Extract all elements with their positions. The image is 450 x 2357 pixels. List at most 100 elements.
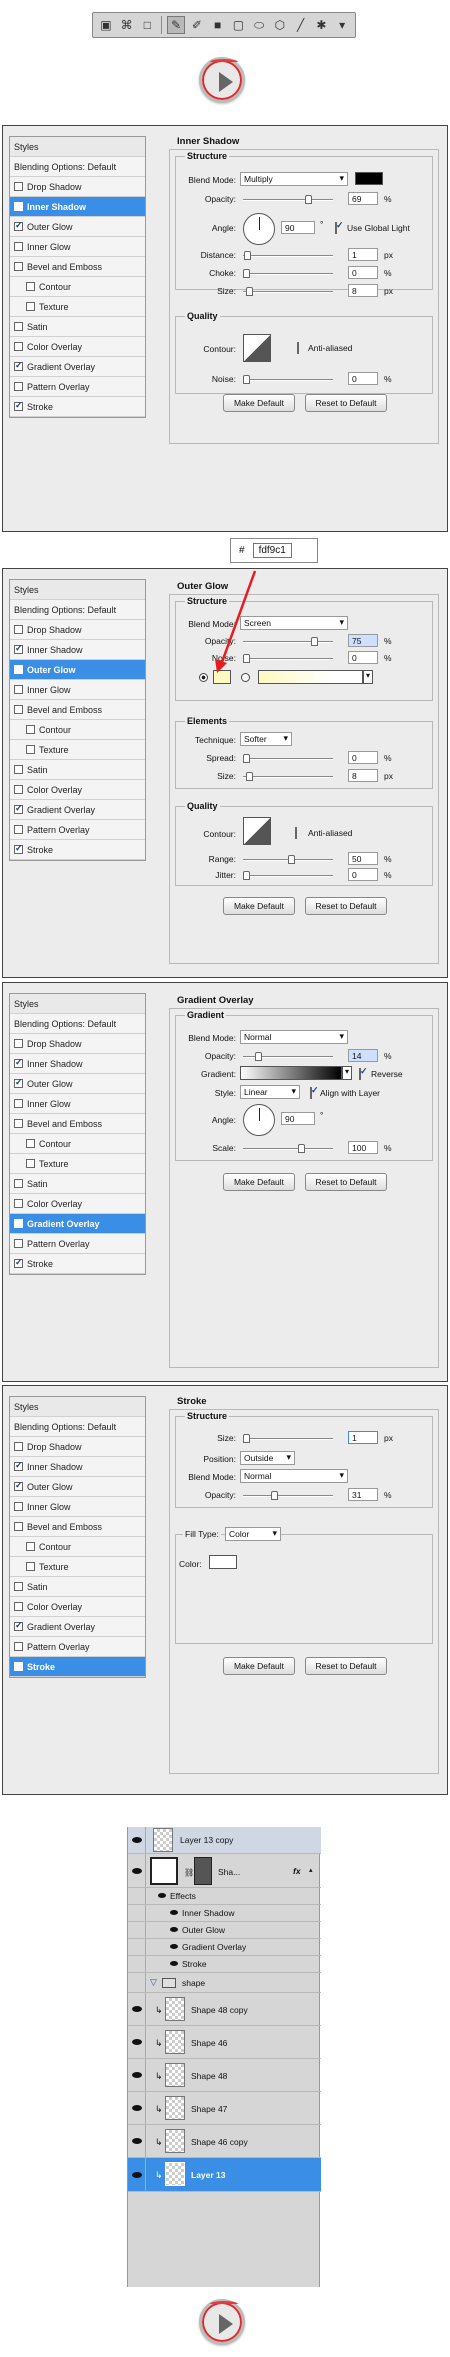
checkbox[interactable] xyxy=(14,220,23,231)
checkbox[interactable] xyxy=(14,382,23,391)
checkbox[interactable] xyxy=(14,685,23,694)
style-item-pattern-overlay[interactable]: Pattern Overlay xyxy=(10,820,145,840)
style-item-pattern-overlay[interactable]: Pattern Overlay xyxy=(10,1234,145,1254)
layer-name[interactable]: Layer 13 copy xyxy=(180,1835,233,1845)
make-default-button[interactable]: Make Default xyxy=(223,394,295,412)
slider-knob[interactable] xyxy=(288,855,295,864)
layer-row[interactable]: ↳ Shape 47 xyxy=(128,2092,321,2125)
checkbox[interactable] xyxy=(26,1562,35,1571)
make-default-button[interactable]: Make Default xyxy=(223,897,295,915)
noise-input[interactable]: 0 xyxy=(348,372,378,385)
checkbox[interactable] xyxy=(14,1460,23,1471)
position-select[interactable]: Outside xyxy=(240,1451,295,1465)
visibility-toggle[interactable] xyxy=(128,1956,146,1972)
visibility-toggle[interactable] xyxy=(128,2026,146,2058)
checkbox[interactable] xyxy=(14,200,23,211)
angle-input[interactable]: 90 xyxy=(281,221,315,234)
layer-row-selected[interactable]: ↳ Layer 13 xyxy=(128,2158,321,2192)
style-item-inner-glow[interactable]: Inner Glow xyxy=(10,237,145,257)
style-item-stroke[interactable]: Stroke xyxy=(10,840,145,860)
choke-slider[interactable] xyxy=(243,269,333,278)
style-item-bevel-emboss[interactable]: Bevel and Emboss xyxy=(10,257,145,277)
layer-name[interactable]: Sha... xyxy=(218,1867,240,1877)
blend-mode-select[interactable]: Normal xyxy=(240,1469,348,1483)
style-item-texture[interactable]: Texture xyxy=(10,1557,145,1577)
opacity-slider[interactable] xyxy=(243,1052,333,1061)
blending-options-item[interactable]: Blending Options: Default xyxy=(10,600,145,620)
contour-picker[interactable] xyxy=(243,334,271,362)
spread-input[interactable]: 0 xyxy=(348,751,378,764)
layer-name[interactable]: Shape 47 xyxy=(191,2104,227,2114)
styles-header[interactable]: Styles xyxy=(10,1397,145,1417)
noise-input[interactable]: 0 xyxy=(348,651,378,664)
visibility-toggle[interactable] xyxy=(128,1854,146,1887)
style-item-inner-glow[interactable]: Inner Glow xyxy=(10,680,145,700)
slider-knob[interactable] xyxy=(243,375,250,384)
fx-icon[interactable]: fx xyxy=(293,1866,301,1876)
choke-input[interactable]: 0 xyxy=(348,266,378,279)
range-slider[interactable] xyxy=(243,855,333,864)
checkbox[interactable] xyxy=(26,302,35,311)
style-item-outer-glow[interactable]: Outer Glow xyxy=(10,217,145,237)
slider-knob[interactable] xyxy=(246,772,253,781)
style-item-drop-shadow[interactable]: Drop Shadow xyxy=(10,620,145,640)
effect-row-inner-shadow[interactable]: Inner Shadow xyxy=(128,1905,321,1922)
blend-mode-select[interactable]: Multiply xyxy=(240,172,348,186)
checkbox[interactable] xyxy=(14,803,23,814)
checkbox[interactable] xyxy=(14,360,23,371)
distance-input[interactable]: 1 xyxy=(348,248,378,261)
gradient-dropdown-icon[interactable]: ▾ xyxy=(342,1066,352,1080)
style-item-texture[interactable]: Texture xyxy=(10,1154,145,1174)
visibility-toggle[interactable] xyxy=(128,2125,146,2157)
glow-gradient-swatch[interactable] xyxy=(258,670,363,684)
style-item-outer-glow[interactable]: Outer Glow xyxy=(10,1477,145,1497)
checkbox[interactable] xyxy=(14,1442,23,1451)
group-row-shape[interactable]: ▽ shape xyxy=(128,1973,321,1993)
style-item-contour[interactable]: Contour xyxy=(10,1134,145,1154)
anti-aliased-checkbox[interactable] xyxy=(297,342,299,354)
size-input[interactable]: 8 xyxy=(348,769,378,782)
slider-knob[interactable] xyxy=(298,1144,305,1153)
distance-slider[interactable] xyxy=(243,251,333,260)
visibility-toggle[interactable] xyxy=(128,2059,146,2091)
style-item-contour[interactable]: Contour xyxy=(10,277,145,297)
blend-mode-select[interactable]: Normal xyxy=(240,1030,348,1044)
style-select[interactable]: Linear xyxy=(240,1085,300,1099)
checkbox[interactable] xyxy=(14,182,23,191)
checkbox[interactable] xyxy=(26,1542,35,1551)
styles-header[interactable]: Styles xyxy=(10,994,145,1014)
style-item-drop-shadow[interactable]: Drop Shadow xyxy=(10,177,145,197)
size-input[interactable]: 8 xyxy=(348,284,378,297)
visibility-toggle[interactable] xyxy=(128,1905,146,1921)
visibility-toggle[interactable] xyxy=(128,1939,146,1955)
pen-icon[interactable]: ✎ xyxy=(167,16,186,34)
angle-dial[interactable] xyxy=(243,1104,275,1136)
line-icon[interactable]: ╱ xyxy=(292,16,310,34)
size-input[interactable]: 1 xyxy=(348,1431,378,1444)
scale-slider[interactable] xyxy=(243,1144,333,1153)
checkbox[interactable] xyxy=(14,1179,23,1188)
jitter-input[interactable]: 0 xyxy=(348,868,378,881)
slider-knob[interactable] xyxy=(243,871,250,880)
opacity-slider[interactable] xyxy=(243,1491,333,1500)
style-item-contour[interactable]: Contour xyxy=(10,1537,145,1557)
collapse-arrow-icon[interactable]: ▽ xyxy=(150,1977,157,1988)
style-item-texture[interactable]: Texture xyxy=(10,740,145,760)
layer-row[interactable]: ↳ Shape 46 xyxy=(128,2026,321,2059)
make-default-button[interactable]: Make Default xyxy=(223,1173,295,1191)
checkbox[interactable] xyxy=(14,1257,23,1268)
styles-header[interactable]: Styles xyxy=(10,580,145,600)
blending-options-item[interactable]: Blending Options: Default xyxy=(10,157,145,177)
visibility-toggle[interactable] xyxy=(128,2092,146,2124)
checkbox[interactable] xyxy=(14,1620,23,1631)
reset-default-button[interactable]: Reset to Default xyxy=(305,897,387,915)
reset-default-button[interactable]: Reset to Default xyxy=(305,1657,387,1675)
gradient-swatch[interactable] xyxy=(240,1066,342,1080)
checkbox[interactable] xyxy=(14,843,23,854)
style-item-inner-shadow[interactable]: Inner Shadow xyxy=(10,1054,145,1074)
style-item-color-overlay[interactable]: Color Overlay xyxy=(10,780,145,800)
checkbox[interactable] xyxy=(26,725,35,734)
rectangle-shape-icon[interactable]: ■ xyxy=(209,16,227,34)
anti-aliased-checkbox[interactable] xyxy=(295,827,297,839)
checkbox[interactable] xyxy=(14,1522,23,1531)
